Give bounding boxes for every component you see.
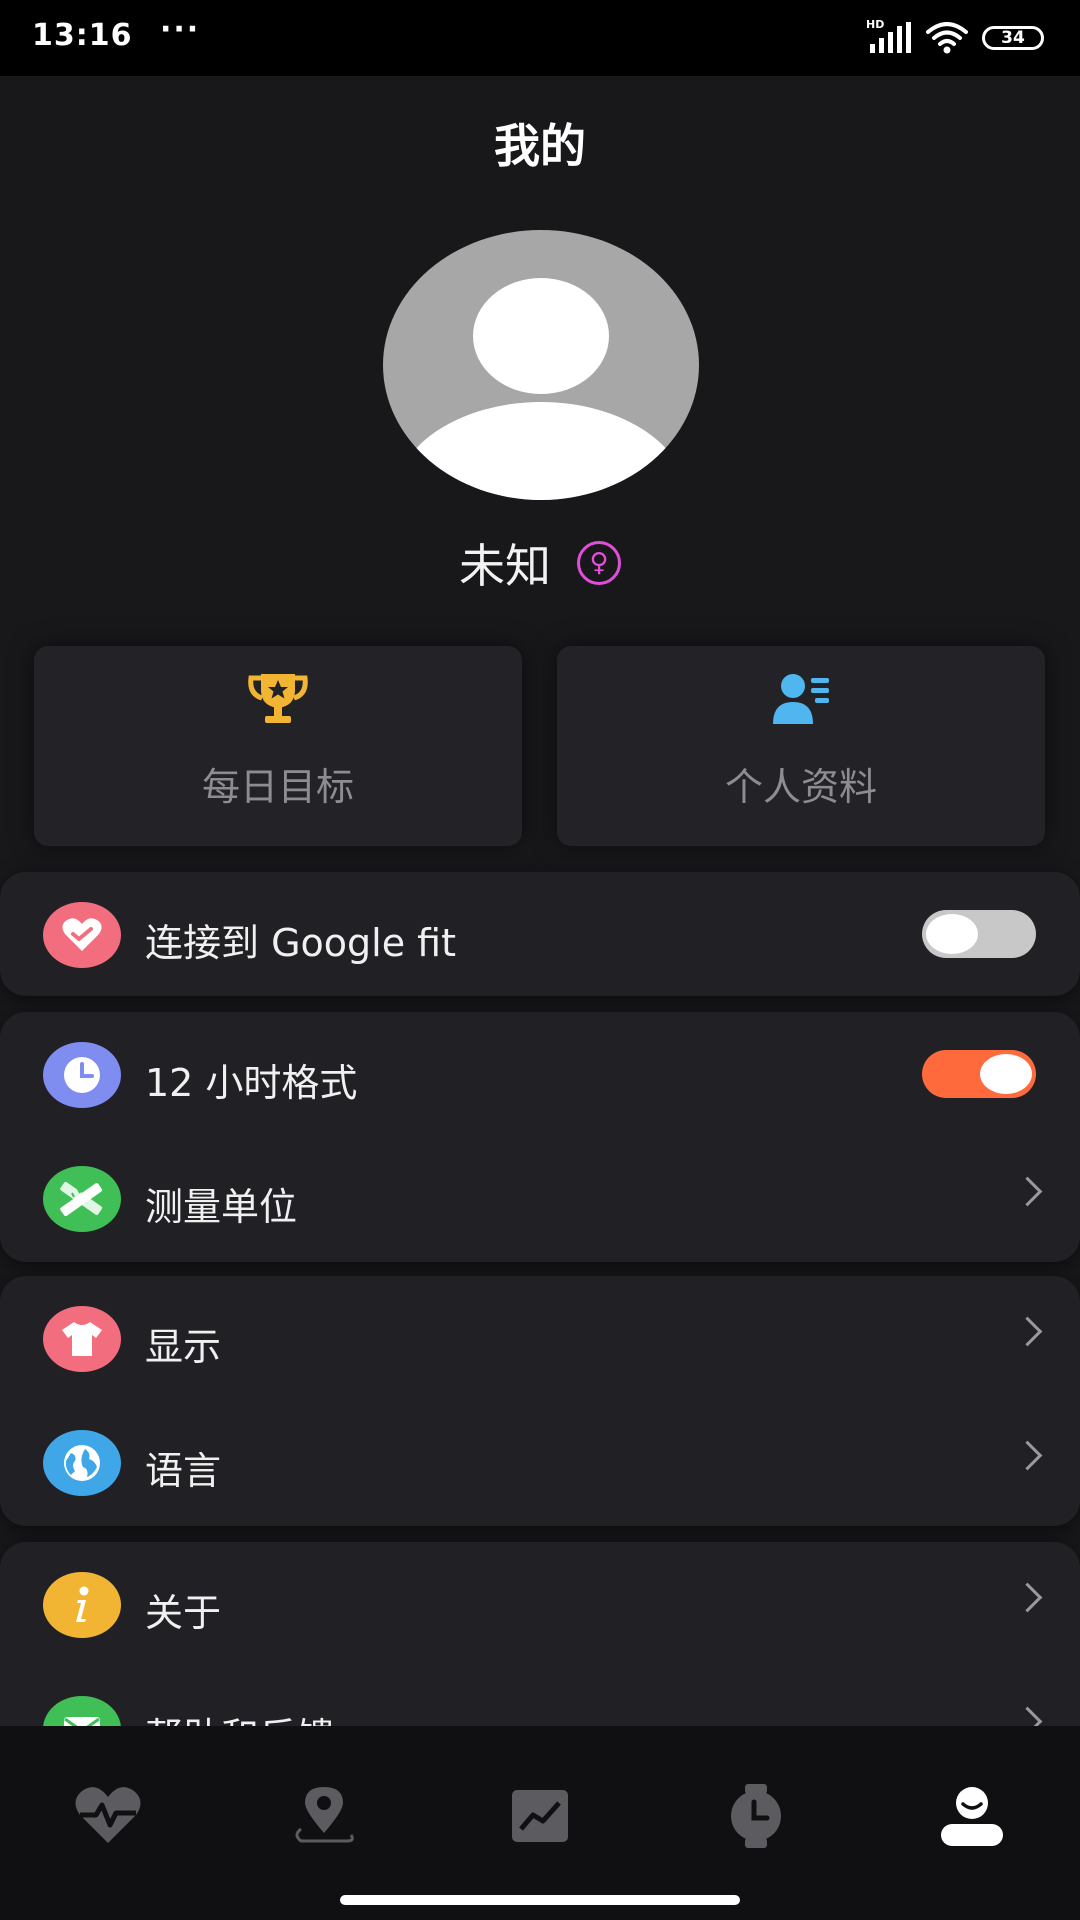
user-icon (941, 1787, 1003, 1846)
chevron-right-icon (1012, 1582, 1043, 1613)
female-gender-icon: ♀ (577, 541, 621, 585)
status-time: 13:16 (32, 18, 133, 53)
map-pin-icon (295, 1787, 354, 1843)
daily-goal-label: 每日目标 (201, 765, 354, 809)
nav-health[interactable] (68, 1776, 148, 1856)
profile-card-icon (773, 674, 829, 724)
avatar-head-shape (473, 278, 609, 394)
battery-indicator: 34 (982, 26, 1044, 50)
units-label: 测量单位 (145, 1185, 298, 1229)
chart-icon (512, 1790, 568, 1842)
trophy-icon (248, 674, 308, 723)
status-right-icons: HD 34 (866, 18, 1044, 54)
username-row: 未知 ♀ (0, 530, 1080, 596)
status-bar: 13:16 ··· HD 34 (0, 0, 1080, 76)
network-type-label: HD (866, 18, 885, 31)
heart-pulse-icon (75, 1787, 141, 1843)
avatar-body-shape (393, 402, 689, 500)
personal-info-card[interactable]: 个人资料 (557, 646, 1045, 846)
nav-route[interactable] (284, 1776, 364, 1856)
ruler-pencil-icon (43, 1166, 121, 1232)
tshirt-icon (43, 1306, 121, 1372)
settings-group-appearance: 显示 语言 (0, 1276, 1080, 1526)
google-fit-heart-icon (43, 902, 121, 968)
profile-screen: 13:16 ··· HD 34 我的 未知 ♀ 每日目标 个人资料 连接到 Go… (0, 0, 1080, 1920)
personal-info-label: 个人资料 (724, 765, 877, 809)
bottom-nav (0, 1726, 1080, 1920)
setting-row-about[interactable]: 关于 (0, 1544, 1080, 1664)
setting-row-google-fit[interactable]: 连接到 Google fit (0, 874, 1080, 994)
nav-stats[interactable] (500, 1776, 580, 1856)
chevron-right-icon (1012, 1176, 1043, 1207)
google-fit-toggle[interactable] (922, 910, 1036, 958)
username: 未知 (459, 539, 551, 593)
time-format-label: 12 小时格式 (145, 1061, 358, 1105)
avatar[interactable] (383, 230, 699, 500)
setting-row-units[interactable]: 测量单位 (0, 1138, 1080, 1258)
nav-profile[interactable] (932, 1776, 1012, 1856)
watch-icon (731, 1784, 781, 1848)
time-format-toggle[interactable] (922, 1050, 1036, 1098)
wifi-icon (926, 22, 968, 54)
settings-group-google-fit: 连接到 Google fit (0, 872, 1080, 996)
status-more-dots: ··· (160, 12, 201, 47)
clock-icon (43, 1042, 121, 1108)
home-indicator[interactable] (340, 1895, 740, 1905)
globe-icon (43, 1430, 121, 1496)
signal-icon: HD (866, 18, 912, 54)
setting-row-language[interactable]: 语言 (0, 1402, 1080, 1522)
google-fit-label: 连接到 Google fit (145, 921, 456, 965)
setting-row-time-format[interactable]: 12 小时格式 (0, 1014, 1080, 1134)
page-title: 我的 (494, 119, 586, 173)
daily-goal-card[interactable]: 每日目标 (34, 646, 522, 846)
info-icon (43, 1572, 121, 1638)
about-label: 关于 (145, 1591, 222, 1635)
nav-device[interactable] (716, 1776, 796, 1856)
settings-group-format: 12 小时格式 测量单位 (0, 1012, 1080, 1262)
chevron-right-icon (1012, 1316, 1043, 1347)
chevron-right-icon (1012, 1440, 1043, 1471)
setting-row-display[interactable]: 显示 (0, 1278, 1080, 1398)
language-label: 语言 (145, 1449, 222, 1493)
display-label: 显示 (145, 1325, 222, 1369)
